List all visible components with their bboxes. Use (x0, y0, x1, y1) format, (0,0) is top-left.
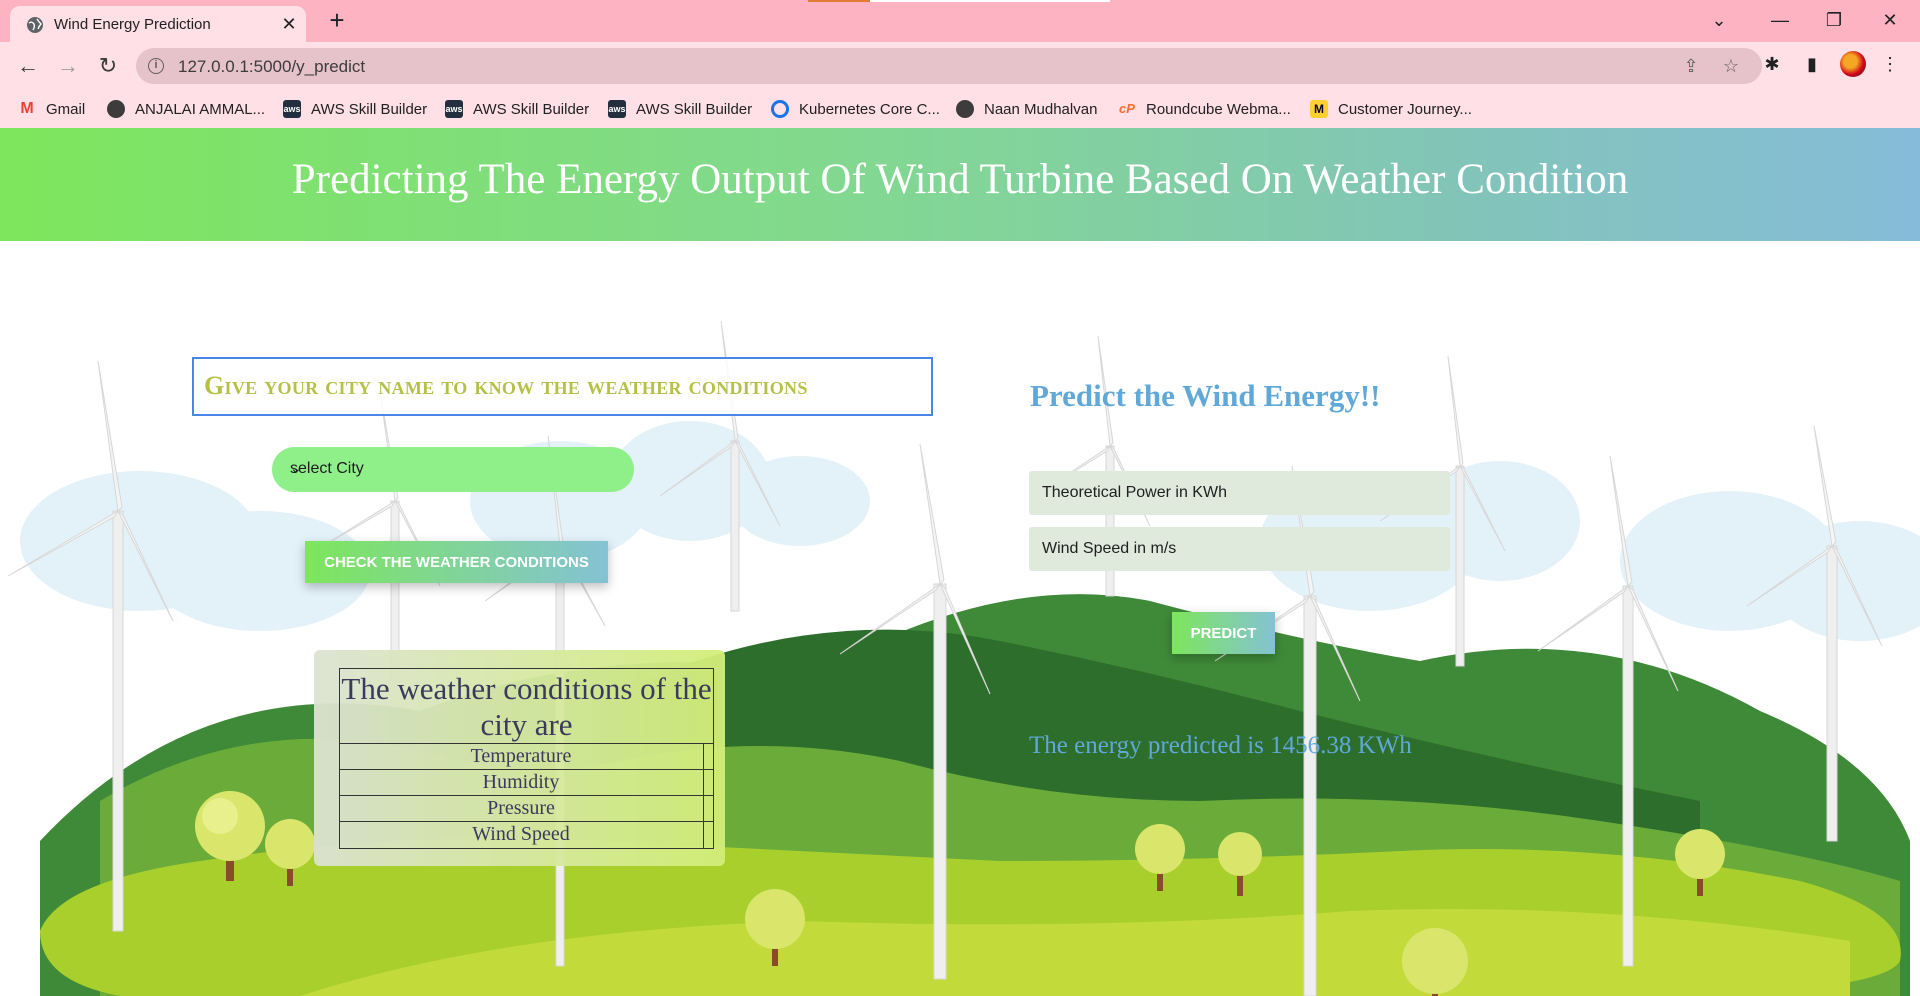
predict-section-title: Predict the Wind Energy!! (1030, 378, 1381, 413)
globe-icon (107, 100, 125, 118)
theoretical-power-input[interactable]: Theoretical Power in KWh (1029, 471, 1450, 515)
share-icon[interactable]: ⇪ (1680, 55, 1702, 77)
table-row: Humidity (340, 770, 713, 796)
chevron-down-icon: ⌄ (290, 460, 302, 476)
url-text[interactable]: 127.0.0.1:5000/y_predict (178, 57, 365, 77)
close-tab-icon[interactable]: ✕ (278, 13, 300, 35)
new-tab-button[interactable]: + (324, 7, 350, 34)
table-row: Pressure (340, 796, 713, 822)
bookmark-label: AWS Skill Builder (311, 100, 428, 118)
extensions-icon[interactable]: ✱ (1760, 52, 1784, 76)
aws-icon: aws (445, 100, 463, 118)
bookmark-label: Roundcube Webma... (1146, 100, 1291, 118)
site-info-icon[interactable]: i (148, 58, 164, 74)
loading-indicator-track (870, 0, 1110, 2)
address-bar[interactable]: i 127.0.0.1:5000/y_predict ⇪ ☆ (136, 48, 1762, 84)
bookmark-gmail[interactable]: M Gmail (18, 98, 85, 120)
tab-search-icon[interactable]: ⌄ (1705, 6, 1733, 34)
web-page: Predicting The Energy Output Of Wind Tur… (0, 128, 1920, 996)
side-panel-icon[interactable]: ▮ (1800, 52, 1824, 76)
aws-icon: aws (283, 100, 301, 118)
weather-table: The weather conditions of the city are T… (339, 668, 714, 849)
bookmark-label: Gmail (46, 100, 86, 118)
prediction-result: The energy predicted is 1456.38 KWh (1029, 732, 1412, 759)
weather-results-panel: The weather conditions of the city are T… (314, 650, 725, 866)
row-label-temperature: Temperature (470, 745, 572, 767)
page-header: Predicting The Energy Output Of Wind Tur… (0, 128, 1920, 241)
cpanel-icon: cP (1119, 101, 1135, 116)
bookmark-label: AWS Skill Builder (473, 100, 590, 118)
wind-speed-input[interactable]: Wind Speed in m/s (1029, 527, 1450, 571)
row-value-cell (703, 770, 713, 795)
browser-toolbar: ← → ↻ i 127.0.0.1:5000/y_predict ⇪ ☆ (0, 42, 1920, 90)
bookmark-aws-1[interactable]: aws AWS Skill Builder (283, 98, 427, 120)
bookmark-anjalai[interactable]: ANJALAI AMMAL... (107, 98, 265, 120)
menu-icon[interactable]: ⋮ (1878, 52, 1902, 76)
table-row: Temperature (340, 744, 713, 770)
row-value-cell (703, 744, 713, 769)
bookmark-label: AWS Skill Builder (636, 100, 753, 118)
profile-avatar[interactable] (1840, 51, 1866, 77)
loading-indicator (808, 0, 870, 2)
globe-icon (27, 17, 43, 33)
restore-icon[interactable]: ❐ (1820, 6, 1848, 34)
browser-tab-bar: Wind Energy Prediction ✕ + ⌄ — ❐ ✕ (0, 0, 1920, 42)
wind-speed-placeholder: Wind Speed in m/s (1042, 540, 1177, 557)
weather-table-caption: The weather conditions of the city are (340, 671, 713, 744)
bookmark-aws-2[interactable]: aws AWS Skill Builder (445, 98, 589, 120)
bookmark-naan-mudhalvan[interactable]: Naan Mudhalvan (956, 98, 1097, 120)
check-weather-label: CHECK THE WEATHER CONDITIONS (324, 554, 589, 571)
back-icon[interactable]: ← (14, 52, 42, 80)
bookmark-aws-3[interactable]: aws AWS Skill Builder (608, 98, 752, 120)
bookmark-customer-journey[interactable]: M Customer Journey... (1310, 98, 1472, 120)
globe-icon (956, 100, 974, 118)
bookmark-label: Naan Mudhalvan (984, 100, 1098, 118)
aws-icon: aws (608, 100, 626, 118)
minimize-icon[interactable]: — (1766, 6, 1794, 34)
browser-tab[interactable]: Wind Energy Prediction ✕ (10, 6, 306, 42)
row-value-cell (703, 796, 713, 821)
city-prompt-text: Give your city name to know the weather … (204, 371, 808, 400)
city-select[interactable]: select City ⌄ (272, 447, 634, 492)
tab-title: Wind Energy Prediction (54, 16, 211, 33)
wind-farm-illustration (7, 320, 1920, 996)
table-row: Wind Speed (340, 822, 713, 848)
theoretical-power-placeholder: Theoretical Power in KWh (1042, 484, 1227, 501)
bookmark-roundcube[interactable]: cP Roundcube Webma... (1118, 98, 1291, 120)
city-prompt-box: Give your city name to know the weather … (192, 357, 933, 416)
bookmark-label: Customer Journey... (1338, 100, 1472, 118)
reload-icon[interactable]: ↻ (94, 52, 122, 80)
row-value-cell (703, 822, 713, 848)
page-title: Predicting The Energy Output Of Wind Tur… (291, 156, 1629, 203)
miro-icon: M (1310, 100, 1328, 118)
row-label-wind-speed: Wind Speed (472, 823, 570, 845)
check-weather-button[interactable]: CHECK THE WEATHER CONDITIONS (305, 541, 608, 583)
bookmark-star-icon[interactable]: ☆ (1720, 55, 1742, 77)
bookmark-kubernetes[interactable]: Kubernetes Core C... (771, 98, 940, 120)
bookmarks-bar: M Gmail ANJALAI AMMAL... aws AWS Skill B… (0, 90, 1920, 128)
kubernetes-icon (771, 100, 789, 118)
bookmark-label: Kubernetes Core C... (799, 100, 940, 118)
gmail-icon: M (20, 100, 34, 117)
predict-button-label: PREDICT (1190, 625, 1257, 642)
close-window-icon[interactable]: ✕ (1876, 6, 1904, 34)
forward-icon[interactable]: → (54, 52, 82, 80)
row-label-pressure: Pressure (487, 797, 555, 819)
bookmark-label: ANJALAI AMMAL... (135, 100, 266, 118)
row-label-humidity: Humidity (482, 771, 560, 793)
predict-button[interactable]: PREDICT (1172, 612, 1275, 654)
